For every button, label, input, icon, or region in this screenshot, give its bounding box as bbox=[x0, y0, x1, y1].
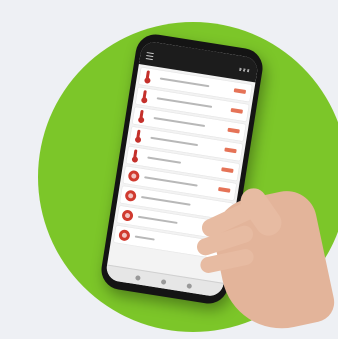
thermometer-icon bbox=[142, 90, 147, 101]
nav-list-icon[interactable] bbox=[160, 279, 167, 285]
item-value-placeholder bbox=[224, 147, 237, 154]
item-value-placeholder bbox=[221, 167, 234, 174]
item-label-placeholder bbox=[134, 235, 155, 241]
thermometer-icon bbox=[136, 129, 141, 140]
status-icons bbox=[239, 67, 250, 73]
item-label-placeholder bbox=[156, 97, 213, 108]
alert-circle-icon bbox=[121, 209, 134, 222]
thermometer-icon bbox=[132, 149, 138, 160]
alert-circle-icon bbox=[118, 229, 131, 242]
item-label-placeholder bbox=[153, 116, 206, 128]
thermometer-icon bbox=[145, 70, 150, 81]
item-label-placeholder bbox=[140, 195, 191, 206]
item-label-placeholder bbox=[137, 215, 178, 224]
thermometer-icon bbox=[139, 109, 144, 121]
item-label-placeholder bbox=[159, 77, 210, 88]
item-label-placeholder bbox=[144, 176, 198, 187]
item-value-placeholder bbox=[230, 107, 244, 114]
item-label-placeholder bbox=[150, 136, 199, 147]
nav-settings-icon[interactable] bbox=[186, 283, 193, 289]
item-value-placeholder bbox=[233, 88, 247, 95]
nav-home-icon[interactable] bbox=[135, 275, 141, 281]
item-label-placeholder bbox=[147, 156, 182, 164]
item-value-placeholder bbox=[218, 186, 231, 193]
item-value-placeholder bbox=[227, 127, 240, 134]
alert-circle-icon bbox=[127, 169, 141, 183]
alert-circle-icon bbox=[124, 189, 137, 203]
hamburger-menu-icon[interactable] bbox=[145, 52, 154, 61]
